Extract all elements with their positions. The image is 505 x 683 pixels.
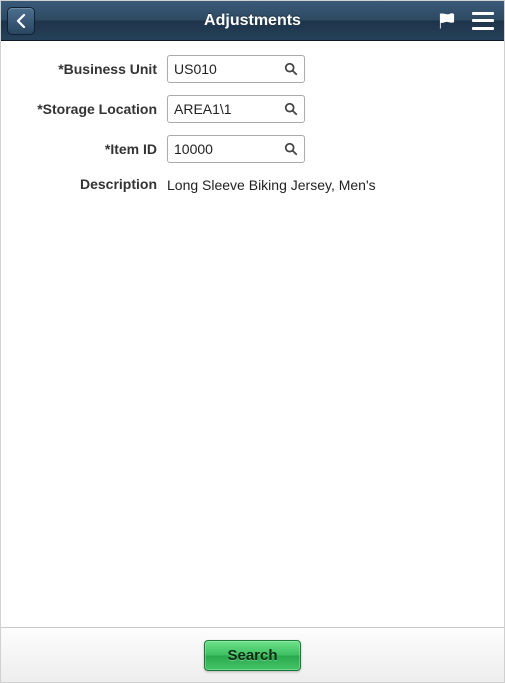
back-chevron-icon [15, 14, 27, 28]
header-actions [436, 11, 498, 31]
label-storage-location: *Storage Location [1, 101, 167, 117]
label-item-id: *Item ID [1, 141, 167, 157]
page-title: Adjustments [1, 12, 504, 30]
label-description: Description [1, 176, 167, 192]
value-description: Long Sleeve Biking Jersey, Men's [167, 175, 376, 193]
form-content: *Business Unit *Storage Location [1, 41, 504, 627]
search-icon [284, 62, 298, 76]
hamburger-menu-icon[interactable] [472, 12, 494, 30]
footer-bar: Search [1, 627, 504, 682]
app-window: Adjustments *Business Unit [0, 0, 505, 683]
lookup-storage-location [167, 95, 305, 123]
row-storage-location: *Storage Location [1, 95, 504, 123]
flag-icon[interactable] [436, 11, 458, 31]
lookup-item-id [167, 135, 305, 163]
search-button[interactable]: Search [204, 640, 300, 671]
search-icon [284, 142, 298, 156]
lookup-button-item-id[interactable] [279, 137, 303, 161]
search-icon [284, 102, 298, 116]
header-bar: Adjustments [1, 1, 504, 41]
label-business-unit: *Business Unit [1, 61, 167, 77]
lookup-button-storage-location[interactable] [279, 97, 303, 121]
row-description: Description Long Sleeve Biking Jersey, M… [1, 175, 504, 193]
row-item-id: *Item ID [1, 135, 504, 163]
back-button[interactable] [7, 7, 35, 35]
lookup-button-business-unit[interactable] [279, 57, 303, 81]
lookup-business-unit [167, 55, 305, 83]
row-business-unit: *Business Unit [1, 55, 504, 83]
